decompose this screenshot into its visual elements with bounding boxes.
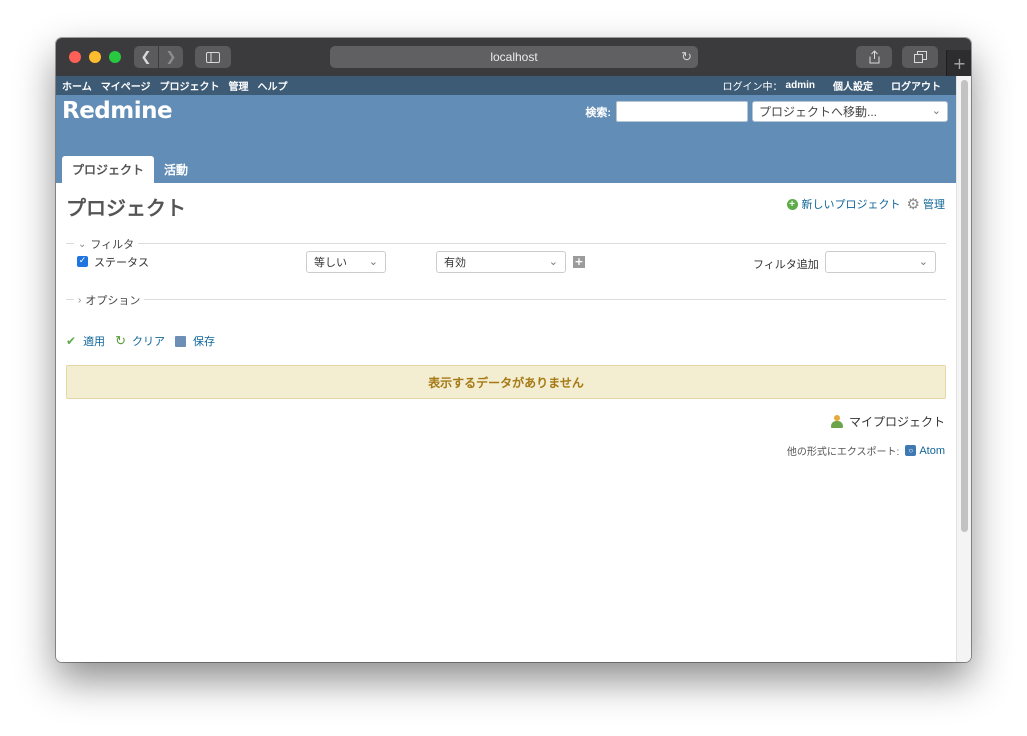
new-project-link[interactable]: + 新しいプロジェクト [786, 196, 901, 212]
filter-row-status: ✓ ステータス 等しい ⌄ 有効 ⌄ + フィルタ追加 ⌄ [66, 244, 946, 282]
checkmark-icon: ✔ [66, 334, 77, 348]
zoom-window-button[interactable] [109, 51, 121, 63]
toggle-multiselect-icon[interactable]: + [573, 256, 585, 268]
vertical-scrollbar[interactable] [956, 76, 971, 662]
chevron-right-icon: › [78, 294, 82, 306]
sidebar-icon [206, 51, 220, 63]
header: Redmine 検索: プロジェクトへ移動... ⌄ プロジェクト 活動 [56, 95, 956, 183]
share-button[interactable] [856, 46, 892, 68]
tab-activity[interactable]: 活動 [154, 156, 198, 183]
save-label: 保存 [192, 336, 215, 348]
plus-icon: + [952, 53, 967, 73]
title-bar: ❮ ❯ localhost ↻ + [56, 38, 971, 77]
top-menu-help[interactable]: ヘルプ [258, 78, 288, 93]
atom-link[interactable]: Atom [919, 445, 945, 457]
new-project-label: 新しいプロジェクト [801, 199, 901, 211]
status-value: 有効 [444, 257, 466, 269]
save-button[interactable]: 保存 [174, 333, 215, 349]
top-menu-my-page[interactable]: マイページ [101, 78, 151, 93]
forward-button[interactable]: ❯ [159, 46, 183, 68]
back-button[interactable]: ❮ [134, 46, 158, 68]
tabs-icon [913, 51, 927, 63]
save-icon [174, 335, 186, 347]
chevron-down-icon: ⌄ [931, 105, 941, 117]
user-icon [830, 415, 843, 428]
top-menu: ホーム マイページ プロジェクト 管理 ヘルプ ログイン中： admin 個人設… [56, 76, 956, 95]
top-menu-projects[interactable]: プロジェクト [160, 78, 220, 93]
reload-icon[interactable]: ↻ [681, 49, 692, 65]
main-menu: プロジェクト 活動 [62, 156, 198, 183]
status-filter-label: ステータス [94, 257, 149, 269]
jump-to-project-label: プロジェクトへ移動... [759, 105, 878, 119]
status-operator-select[interactable]: 等しい ⌄ [306, 251, 386, 273]
scrollbar-thumb[interactable] [961, 80, 968, 532]
my-projects-label: マイプロジェクト [848, 415, 945, 429]
minimize-window-button[interactable] [89, 51, 101, 63]
chevron-right-icon: ❯ [165, 49, 177, 65]
clear-label: クリア [131, 336, 165, 348]
status-operator-value: 等しい [314, 257, 347, 269]
my-projects-filter[interactable]: マイプロジェクト [66, 413, 946, 430]
tab-projects[interactable]: プロジェクト [62, 156, 155, 183]
my-account-link[interactable]: 個人設定 [833, 78, 873, 93]
top-menu-admin[interactable]: 管理 [229, 78, 249, 93]
clear-button[interactable]: ↻ クリア [115, 333, 165, 349]
status-filter-checkbox[interactable]: ✓ [77, 256, 88, 267]
feed-icon: ○ [905, 445, 917, 456]
contextual-actions: + 新しいプロジェクト ⚙ 管理 [786, 195, 945, 213]
show-tabs-button[interactable] [902, 46, 938, 68]
address-bar[interactable]: localhost ↻ [330, 46, 698, 68]
status-value-select[interactable]: 有効 ⌄ [436, 251, 566, 273]
options-toggle[interactable]: › オプション [74, 292, 145, 308]
chevron-left-icon: ❮ [140, 49, 152, 65]
jump-to-project-select[interactable]: プロジェクトへ移動... ⌄ [752, 101, 948, 122]
logged-in-user-link[interactable]: admin [786, 80, 815, 91]
add-filter-select[interactable]: ⌄ [825, 251, 936, 273]
page-viewport: ホーム マイページ プロジェクト 管理 ヘルプ ログイン中： admin 個人設… [56, 76, 956, 662]
options-fieldset: › オプション [66, 292, 946, 308]
admin-label: 管理 [923, 199, 945, 211]
app-title: Redmine [62, 98, 173, 124]
apply-label: 適用 [83, 336, 106, 348]
export-links: 他の形式にエクスポート: ○ Atom [66, 443, 946, 459]
url-text: localhost [490, 50, 538, 64]
apply-button[interactable]: ✔ 適用 [66, 333, 105, 349]
options-legend: オプション [85, 295, 141, 307]
share-icon [869, 50, 879, 64]
query-buttons: ✔ 適用 ↻ クリア 保存 [66, 333, 946, 349]
export-label: 他の形式にエクスポート: [786, 447, 900, 458]
chevron-down-icon: ⌄ [918, 256, 928, 268]
close-window-button[interactable] [69, 51, 81, 63]
quick-search: 検索: プロジェクトへ移動... ⌄ [585, 101, 948, 122]
chevron-down-icon: ⌄ [368, 256, 378, 268]
new-tab-button[interactable]: + [946, 50, 971, 76]
search-label: 検索: [585, 106, 611, 119]
add-filter-label: フィルタ追加 [753, 259, 819, 271]
gear-icon: ⚙ [906, 196, 920, 213]
main-content: + 新しいプロジェクト ⚙ 管理 プロジェクト ⌄ フィルタ ✓ ステータス 等… [56, 183, 956, 458]
browser-window: ❮ ❯ localhost ↻ + ホーム マイページ プロジェクト 管理 ヘル… [56, 38, 971, 662]
admin-link[interactable]: ⚙ 管理 [901, 195, 945, 213]
top-menu-home[interactable]: ホーム [62, 78, 92, 93]
add-icon: + [786, 198, 798, 210]
logout-link[interactable]: ログアウト [891, 78, 941, 93]
reload-icon: ↻ [115, 333, 126, 348]
chevron-down-icon: ⌄ [548, 256, 558, 268]
logged-in-label: ログイン中： [722, 82, 783, 93]
no-data-message: 表示するデータがありません [66, 365, 946, 399]
account-menu: ログイン中： admin 個人設定 ログアウト [714, 78, 950, 93]
search-input[interactable] [616, 101, 748, 122]
sidebar-toggle-button[interactable] [195, 46, 231, 68]
